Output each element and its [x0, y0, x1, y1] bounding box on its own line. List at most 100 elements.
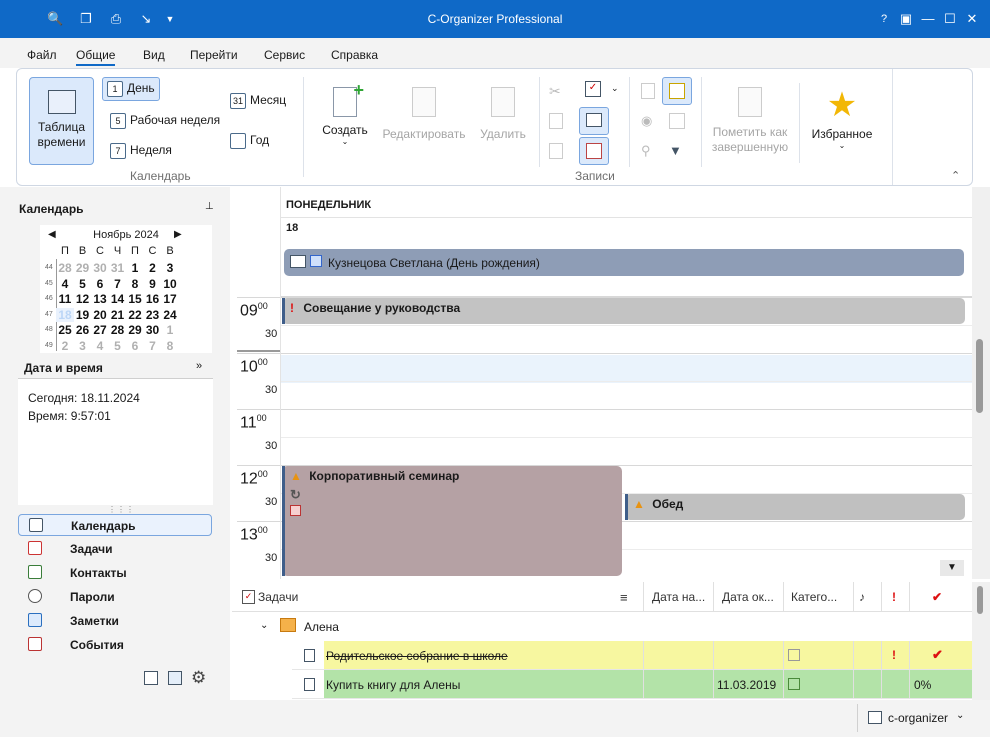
menu-goto[interactable]: Перейти — [190, 48, 238, 62]
calendar-day[interactable]: 2 — [56, 339, 74, 353]
priority-column-icon[interactable]: ! — [892, 590, 896, 604]
nav-passwords[interactable]: Пароли — [18, 586, 212, 608]
sound-icon[interactable]: ♪ — [859, 590, 865, 604]
help-icon[interactable]: ? — [876, 11, 892, 27]
calendar-day[interactable]: 6 — [126, 339, 144, 353]
grid-icon[interactable] — [669, 113, 685, 129]
calendar-day[interactable]: 1 — [161, 323, 179, 337]
mark-done-button[interactable]: Пометить как завершенную — [705, 87, 795, 155]
nav-contacts[interactable]: Контакты — [18, 562, 212, 584]
collapse-ribbon-icon[interactable]: ⌃ — [951, 169, 960, 182]
column-end-date[interactable]: Дата ок... — [722, 590, 774, 604]
calendar-day[interactable]: 29 — [126, 323, 144, 337]
completed-column-icon[interactable]: ✔ — [932, 590, 942, 604]
calendar-day[interactable]: 10 — [161, 277, 179, 291]
maximize-icon[interactable]: ☐ — [942, 11, 958, 27]
create-button[interactable]: + Создать ⌄ — [315, 80, 375, 146]
calendar-day[interactable]: 7 — [144, 339, 162, 353]
calendar-day[interactable]: 3 — [161, 261, 179, 275]
calendar-day[interactable]: 13 — [91, 292, 109, 306]
calendar-day[interactable]: 4 — [56, 277, 74, 291]
week-button[interactable]: 7 Неделя — [110, 143, 172, 159]
calendar-day[interactable]: 28 — [56, 261, 74, 275]
menu-help[interactable]: Справка — [331, 48, 378, 62]
splitter-grip[interactable]: ⋮⋮⋮ — [108, 505, 135, 514]
calendar-day[interactable]: 29 — [74, 261, 92, 275]
event-lunch[interactable]: ▲ Обед — [625, 494, 965, 520]
cut-icon[interactable]: ✂ — [549, 83, 561, 100]
profile-selector[interactable]: c-organizer — [888, 711, 948, 725]
nav-tasks[interactable]: Задачи — [18, 538, 212, 560]
chevron-down-icon[interactable]: ⌄ — [611, 83, 619, 94]
minimize-icon[interactable]: — — [920, 11, 936, 27]
calendar-day[interactable]: 22 — [126, 308, 144, 322]
pin-icon[interactable]: ⊥ — [205, 201, 214, 212]
calendar-day[interactable]: 30 — [91, 261, 109, 275]
nav-events[interactable]: События — [18, 634, 212, 656]
calendar-day[interactable]: 30 — [144, 323, 162, 337]
chevron-down-icon[interactable]: ⌄ — [956, 710, 964, 721]
find-icon[interactable]: ⚲ — [641, 143, 651, 159]
calendar-day[interactable]: 1 — [126, 261, 144, 275]
completed-check-icon[interactable]: ✔ — [932, 647, 943, 663]
calendar-day[interactable]: 2 — [144, 261, 162, 275]
calendar-day[interactable]: 25 — [56, 323, 74, 337]
calendar-day[interactable]: 8 — [126, 277, 144, 291]
calendar-day[interactable]: 31 — [109, 261, 127, 275]
task-group-row[interactable]: ⌄ Алена — [232, 612, 972, 641]
copy-record-icon[interactable] — [549, 113, 563, 129]
calendar-day[interactable]: 28 — [109, 323, 127, 337]
calendar-day[interactable]: 11 — [56, 292, 74, 306]
month-button[interactable]: 31 Месяц — [230, 93, 286, 109]
menu-file[interactable]: Файл — [27, 48, 57, 62]
menu-general[interactable]: Общие — [76, 48, 116, 66]
calendar-day[interactable]: 14 — [109, 292, 127, 306]
nav-calendar[interactable]: Календарь — [18, 514, 212, 536]
calendar-day[interactable]: 27 — [91, 323, 109, 337]
contact-card-button[interactable] — [579, 107, 609, 135]
calendar-day[interactable]: 17 — [161, 292, 179, 306]
event-calendar-button[interactable] — [579, 137, 609, 165]
trash-icon[interactable] — [168, 671, 182, 685]
menu-service[interactable]: Сервис — [264, 48, 305, 62]
calendar-day[interactable]: 23 — [144, 308, 162, 322]
year-button[interactable]: Год — [230, 133, 269, 149]
calendar-day[interactable]: 5 — [109, 339, 127, 353]
edit-button[interactable]: Редактировать — [379, 87, 469, 141]
next-month-icon[interactable]: ▶ — [174, 229, 182, 240]
new-page-icon[interactable] — [641, 83, 655, 99]
calendar-day[interactable]: 7 — [109, 277, 127, 291]
calendar-day-today[interactable]: 18 — [56, 307, 74, 322]
layout-icon[interactable]: ▣ — [898, 11, 914, 27]
calendar-day[interactable]: 20 — [91, 308, 109, 322]
event-seminar[interactable]: ▲ Корпоративный семинар ↻ — [282, 466, 622, 576]
calendar-day[interactable]: 5 — [74, 277, 92, 291]
expand-icon[interactable]: ⌄ — [260, 620, 268, 631]
task-check-icon[interactable]: ✓ — [585, 81, 601, 97]
nav-notes[interactable]: Заметки — [18, 610, 212, 632]
close-icon[interactable]: ✕ — [964, 11, 980, 27]
task-row[interactable]: Купить книгу для Алены 11.03.2019 0% — [292, 670, 972, 699]
calendar-day[interactable]: 4 — [91, 339, 109, 353]
column-category[interactable]: Катего... — [791, 590, 837, 604]
favorites-button[interactable]: ★ Избранное ⌄ — [807, 87, 877, 150]
calendar-day[interactable]: 21 — [109, 308, 127, 322]
timetable-button[interactable]: Таблица времени — [29, 77, 94, 165]
scroll-thumb[interactable] — [977, 586, 983, 614]
calendar-day[interactable]: 26 — [74, 323, 92, 337]
category-box-icon[interactable] — [788, 678, 800, 690]
paste-icon[interactable] — [549, 143, 563, 159]
calendar-scrollbar[interactable] — [972, 187, 990, 579]
calendar-day[interactable]: 8 — [161, 339, 179, 353]
calendar-day[interactable]: 15 — [126, 292, 144, 306]
filter-icon[interactable]: ▼ — [669, 143, 682, 158]
calendar-day[interactable]: 24 — [161, 308, 179, 322]
workweek-button[interactable]: 5 Рабочая неделя — [110, 113, 220, 129]
calendar-day[interactable]: 3 — [74, 339, 92, 353]
calendar-day[interactable]: 12 — [74, 292, 92, 306]
calendar-day[interactable]: 16 — [144, 292, 162, 306]
filter-lines-icon[interactable]: ≡ — [620, 590, 628, 605]
scroll-down-icon[interactable]: ▼ — [940, 560, 964, 576]
eye-icon[interactable]: ◉ — [641, 113, 652, 129]
column-start-date[interactable]: Дата на... — [652, 590, 705, 604]
